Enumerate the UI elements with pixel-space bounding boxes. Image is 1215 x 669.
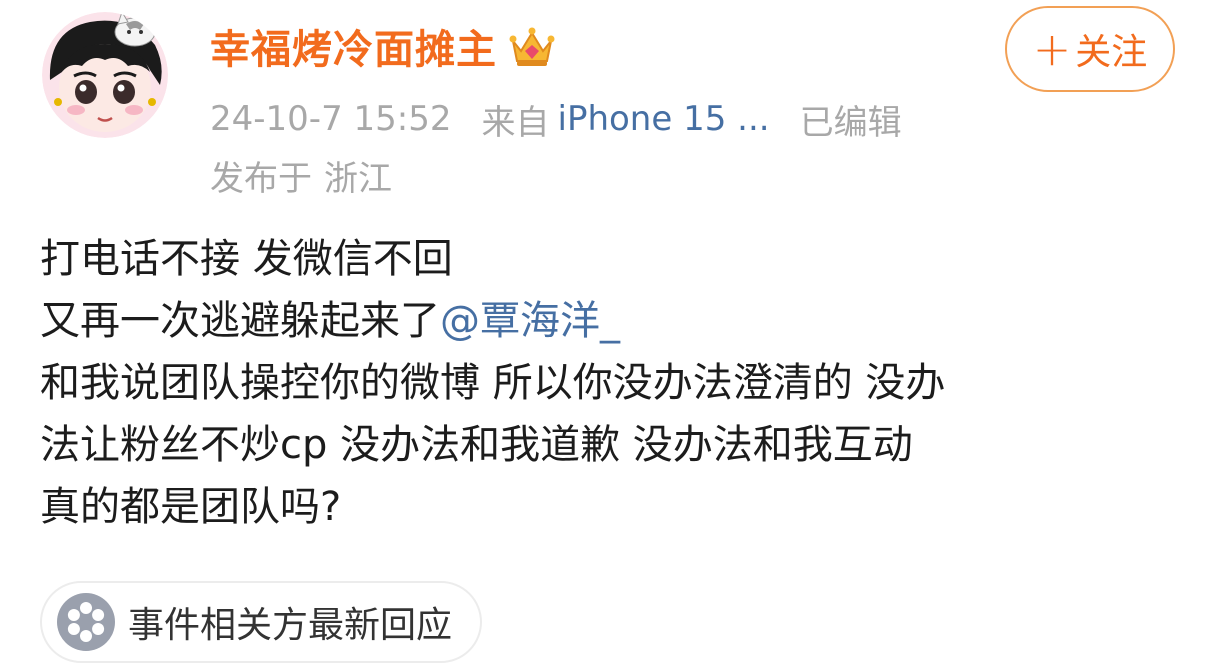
mention-link[interactable]: @覃海洋_ [440,298,620,344]
location-value: 浙江 [324,158,392,199]
username-row: 幸福烤冷面摊主 [210,16,557,76]
device-link[interactable]: iPhone 15 ... [558,99,770,139]
crown-icon[interactable] [507,21,557,71]
content-line-3: 和我说团队操控你的微博 所以你没办法澄清的 没办 [40,360,946,406]
topic-chip[interactable]: 事件相关方最新回应 [40,581,483,663]
post-location: 发布于 浙江 [210,150,392,200]
content-line-4: 法让粉丝不炒cp 没办法和我道歉 没办法和我互动 [40,422,913,468]
topic-chip-label: 事件相关方最新回应 [128,605,453,646]
content-line-5: 真的都是团队吗? [40,484,342,530]
content-line-2: 又再一次逃避躲起来了@覃海洋_ [40,290,1190,352]
edited-label[interactable]: 已编辑 [800,95,902,144]
source-label: 来自 [481,102,550,143]
plus-icon: + [1032,22,1072,76]
content-line-2-text: 又再一次逃避躲起来了 [40,298,440,344]
follow-label: 关注 [1075,32,1148,73]
username[interactable]: 幸福烤冷面摊主 [210,17,497,75]
content-line-1: 打电话不接 发微信不回 [40,236,453,282]
follow-button[interactable]: + 关注 [1005,6,1175,92]
post-meta: 24-10-7 15:52 来自 iPhone 15 ... 已编辑 [210,94,902,144]
location-label: 发布于 [210,158,312,199]
weibo-post: 幸福烤冷面摊主 + 关注 24-10-7 15:52 来自 iPhone 15 … [0,0,1215,669]
timestamp: 24-10-7 15:52 [210,99,452,139]
flower-icon [57,593,115,651]
post-content: 打电话不接 发微信不回 又再一次逃避躲起来了@覃海洋_ 和我说团队操控你的微博 … [40,228,1190,538]
avatar[interactable] [40,10,170,140]
